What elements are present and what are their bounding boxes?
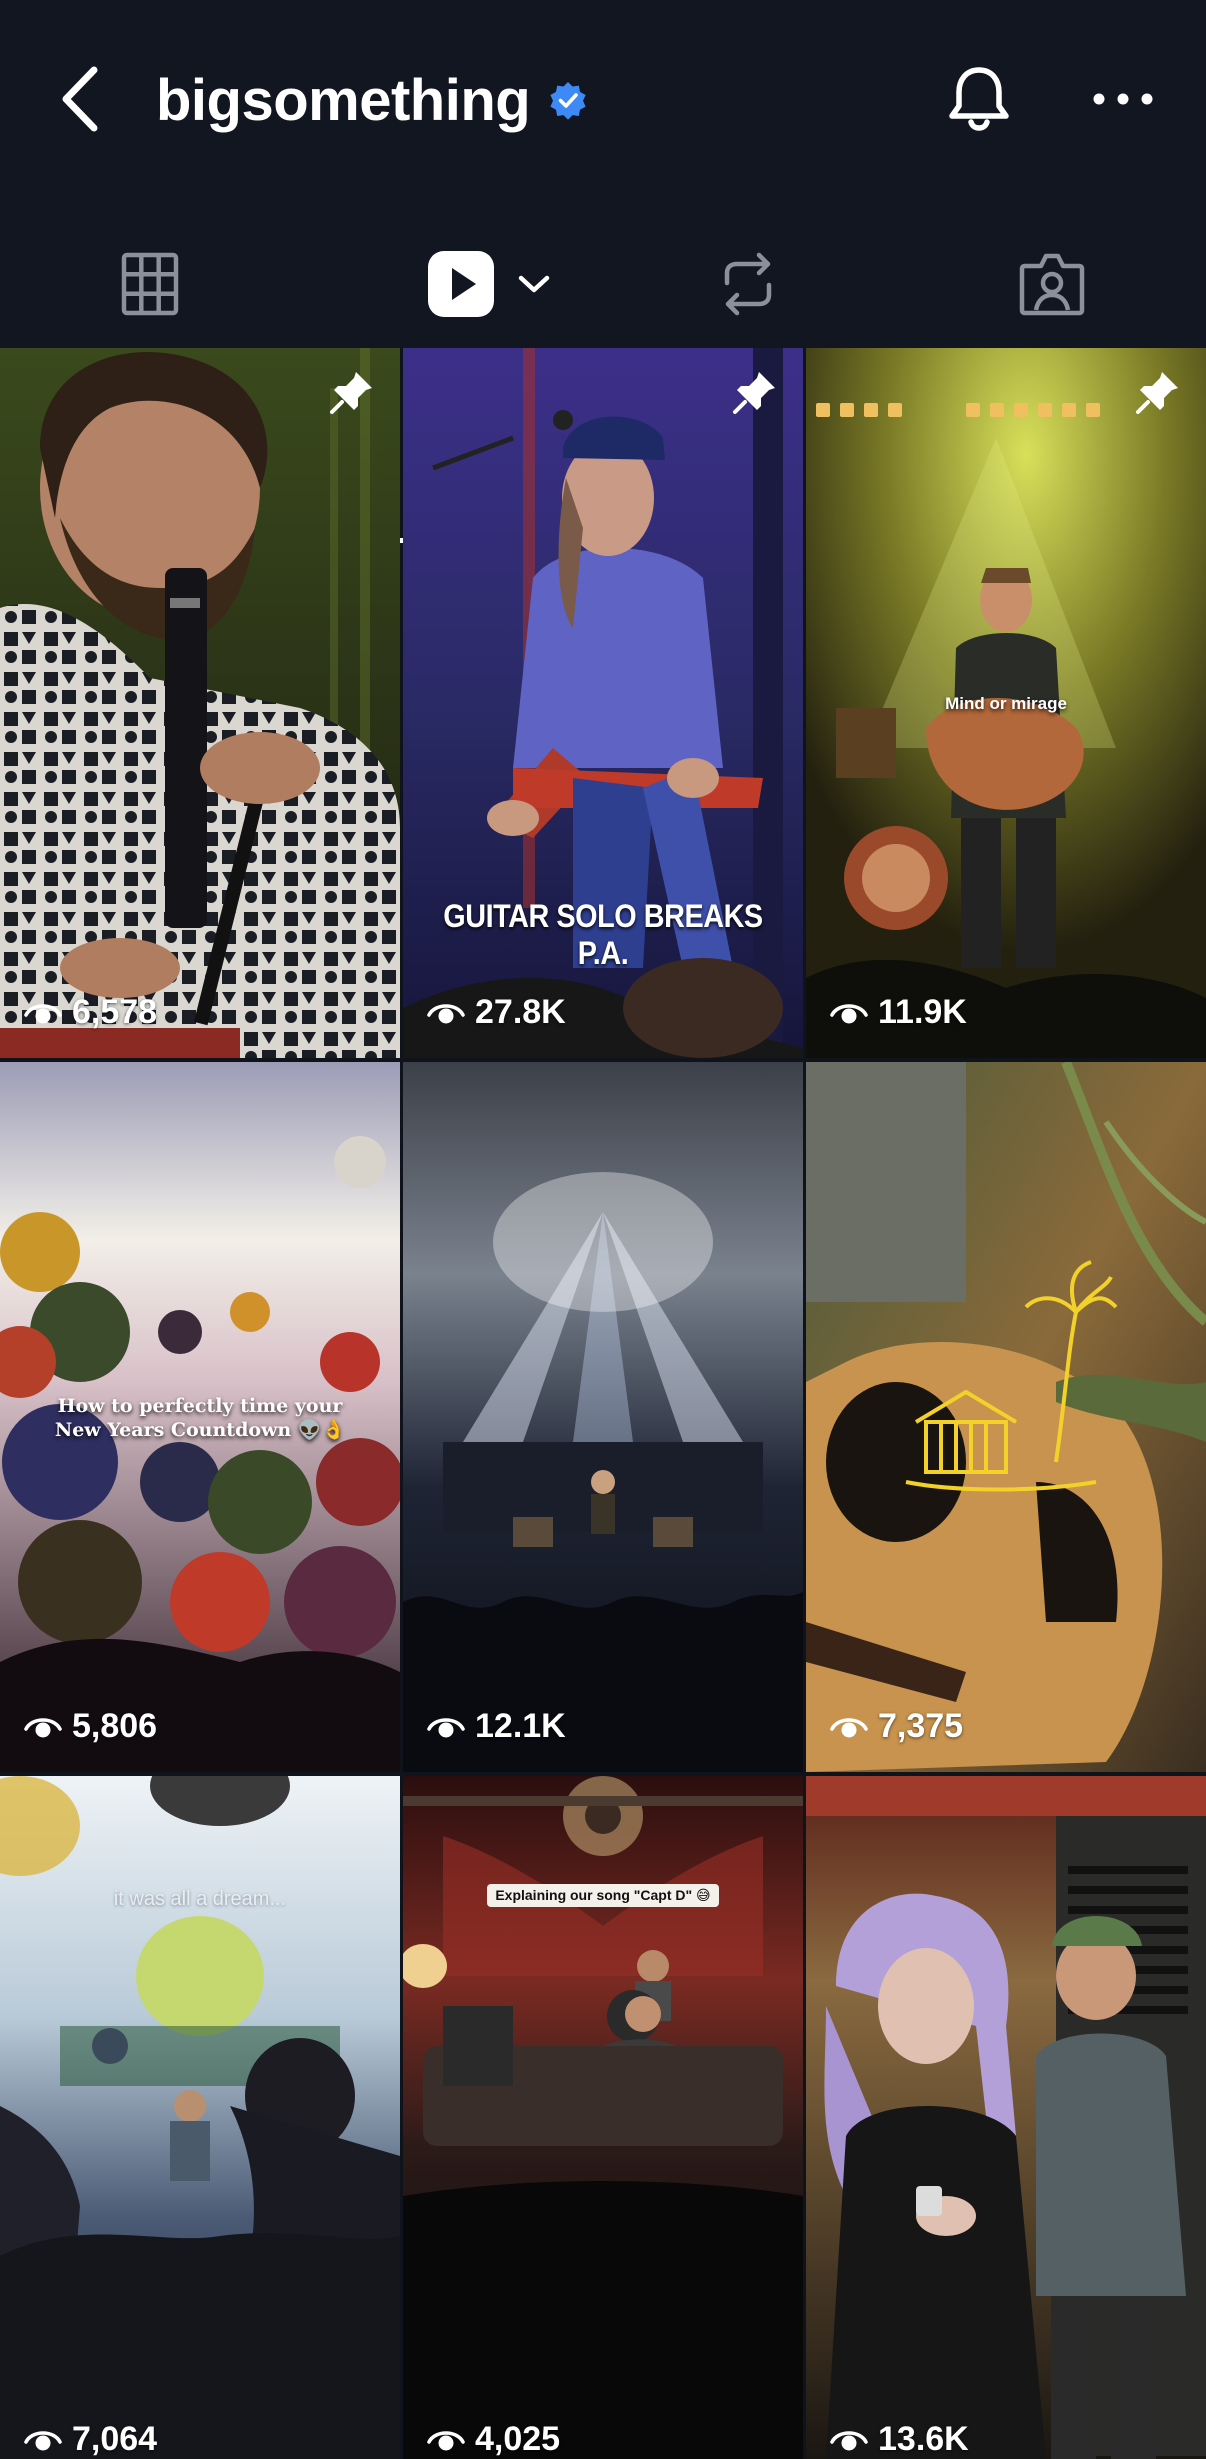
reel-tile[interactable]: Explaining our song "Capt D" 😅 4,025 (403, 1776, 803, 2459)
reel-caption: it was all a dream... (113, 1888, 287, 1910)
eye-icon (830, 1003, 868, 1023)
reel-thumbnail (403, 1062, 803, 1772)
reel-tile[interactable]: 6,578 (0, 348, 400, 1058)
view-count: 5,806 (24, 1707, 157, 1746)
view-count: 12.1K (427, 1707, 566, 1746)
reel-tile[interactable]: Mind or mirage 11.9K (806, 348, 1206, 1058)
reel-tile[interactable]: 12.1K (403, 1062, 803, 1772)
tab-reposts[interactable] (708, 244, 788, 324)
username: bigsomething (156, 67, 531, 133)
eye-icon (24, 1717, 62, 1737)
eye-icon (427, 2430, 465, 2450)
view-count: 4,025 (427, 2420, 560, 2459)
profile-header: bigsomething (0, 0, 1206, 200)
reel-tile[interactable]: 13.6K (806, 1776, 1206, 2459)
reel-tile[interactable]: How to perfectly time your New Years Cou… (0, 1062, 400, 1772)
reel-tile[interactable]: GUITAR SOLO BREAKS P.A. 27.8K (403, 348, 803, 1058)
more-dots-icon[interactable] (1092, 84, 1154, 114)
bell-icon[interactable] (944, 62, 1014, 136)
reel-tile[interactable]: it was all a dream... 7,064 (0, 1776, 400, 2459)
view-count: 11.9K (830, 993, 967, 1032)
tagged-person-icon (1019, 253, 1085, 316)
eye-icon (427, 1717, 465, 1737)
pin-icon (1136, 372, 1178, 414)
reel-caption: Explaining our song "Capt D" 😅 (487, 1884, 719, 1907)
reel-thumbnail (806, 1776, 1206, 2459)
view-count: 7,375 (830, 1707, 963, 1746)
view-count: 27.8K (427, 993, 566, 1032)
reel-thumbnail (403, 1776, 803, 2459)
pin-icon (330, 372, 372, 414)
reel-thumbnail (806, 1062, 1206, 1772)
chevron-down-icon (518, 275, 550, 293)
reel-caption: Mind or mirage (945, 694, 1067, 713)
reels-grid: 6,578 GUITAR SOLO BREAKS P.A. 27.8K Mind… (0, 348, 1206, 2459)
tab-tagged[interactable] (1010, 244, 1094, 324)
eye-icon (830, 2430, 868, 2450)
reel-tile[interactable]: 7,375 (806, 1062, 1206, 1772)
grid-icon (121, 252, 179, 316)
reel-thumbnail (0, 1776, 400, 2459)
eye-icon (830, 1717, 868, 1737)
play-icon (428, 251, 494, 317)
view-count: 13.6K (830, 2420, 969, 2459)
eye-icon (427, 1003, 465, 1023)
verified-badge-icon (550, 82, 586, 120)
view-count: 7,064 (24, 2420, 157, 2459)
eye-icon (24, 1003, 62, 1023)
tab-reels[interactable] (400, 244, 580, 324)
profile-tabs (0, 200, 1206, 543)
chevron-left-icon[interactable] (52, 62, 112, 136)
reel-caption: GUITAR SOLO BREAKS P.A. (443, 898, 763, 971)
tab-posts-grid[interactable] (110, 244, 190, 324)
pin-icon (733, 372, 775, 414)
reel-caption-wrap: Explaining our song "Capt D" 😅 (403, 1884, 803, 1907)
reel-caption: How to perfectly time your New Years Cou… (54, 1395, 346, 1441)
view-count: 6,578 (24, 993, 157, 1032)
reel-thumbnail (0, 348, 400, 1058)
repost-icon (724, 252, 772, 316)
eye-icon (24, 2430, 62, 2450)
profile-title: bigsomething (156, 60, 588, 140)
